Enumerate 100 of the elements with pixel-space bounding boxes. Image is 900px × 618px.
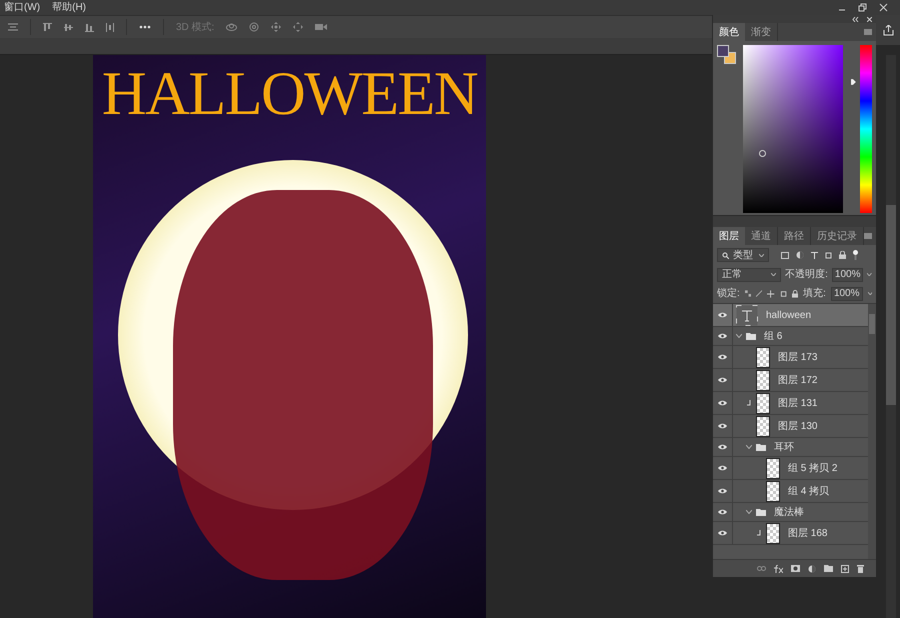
filter-toggle-icon[interactable] bbox=[853, 250, 858, 260]
layer-row[interactable]: 耳环 bbox=[713, 438, 868, 457]
lock-icon[interactable] bbox=[792, 290, 798, 298]
hue-bar[interactable] bbox=[860, 45, 872, 213]
layer-name: 图层 172 bbox=[778, 374, 818, 388]
chevron-icon[interactable] bbox=[746, 510, 752, 514]
scrollbar[interactable] bbox=[886, 55, 896, 618]
align-middle-icon[interactable] bbox=[64, 22, 73, 32]
layer-thumbnail bbox=[756, 370, 770, 390]
layer-name: 组 4 拷贝 bbox=[788, 484, 830, 498]
layer-name: 耳环 bbox=[774, 440, 794, 454]
opacity-field[interactable]: 100% bbox=[832, 268, 864, 282]
layer-row[interactable]: 组 5 拷贝 2 bbox=[713, 457, 868, 480]
adjustment-filter-icon[interactable] bbox=[796, 251, 804, 259]
layer-thumbnail bbox=[766, 480, 780, 502]
shape-filter-icon[interactable] bbox=[825, 252, 832, 258]
blend-mode-dropdown[interactable]: 正常 bbox=[717, 268, 782, 282]
color-field[interactable] bbox=[742, 45, 844, 213]
align-icon[interactable] bbox=[8, 23, 18, 31]
eye-icon[interactable] bbox=[718, 509, 727, 515]
folder-icon bbox=[756, 508, 766, 516]
link-icon[interactable] bbox=[757, 566, 766, 571]
layer-filter-dropdown[interactable]: 类型 bbox=[717, 248, 769, 262]
panel-tab[interactable]: 渐变 bbox=[745, 23, 778, 41]
camera-icon[interactable] bbox=[315, 23, 328, 31]
chevron-icon[interactable] bbox=[736, 334, 742, 338]
layer-thumbnail bbox=[756, 346, 770, 368]
layer-name: 图层 168 bbox=[788, 526, 828, 540]
layer-row[interactable]: 图层 168 bbox=[713, 522, 868, 545]
pan-icon[interactable] bbox=[271, 22, 282, 32]
color-picker-handle[interactable] bbox=[758, 150, 766, 157]
layer-name: 组 5 拷贝 2 bbox=[788, 462, 838, 476]
layer-thumbnail bbox=[756, 416, 770, 436]
move-icon[interactable] bbox=[767, 290, 775, 298]
layer-name: halloween bbox=[766, 308, 812, 322]
distribute-icon[interactable] bbox=[106, 22, 114, 32]
more-icon[interactable] bbox=[139, 25, 151, 29]
eye-icon[interactable] bbox=[718, 423, 727, 429]
layer-name: 图层 131 bbox=[778, 396, 818, 410]
eye-icon[interactable] bbox=[718, 488, 727, 494]
panel-tab[interactable]: 通道 bbox=[745, 227, 778, 245]
chevron-icon[interactable] bbox=[746, 445, 752, 449]
eye-icon[interactable] bbox=[718, 312, 727, 318]
eye-icon[interactable] bbox=[718, 444, 727, 450]
lock-filter-icon[interactable] bbox=[839, 251, 846, 259]
align-bottom-icon[interactable] bbox=[85, 22, 94, 32]
fx-icon[interactable] bbox=[774, 564, 783, 572]
eye-icon[interactable] bbox=[718, 354, 727, 360]
layer-thumbnail bbox=[766, 458, 780, 478]
layer-name: 组 6 bbox=[764, 330, 782, 344]
layer-row[interactable]: 组 6 bbox=[713, 327, 868, 346]
lock-pixels-icon[interactable] bbox=[744, 290, 752, 297]
eye-icon[interactable] bbox=[718, 400, 727, 406]
eye-icon[interactable] bbox=[718, 377, 727, 383]
close-icon[interactable] bbox=[867, 16, 872, 22]
layer-row[interactable]: 组 4 拷贝 bbox=[713, 480, 868, 503]
close-icon[interactable] bbox=[879, 3, 888, 12]
layer-thumbnail bbox=[766, 522, 780, 544]
restore-icon[interactable] bbox=[858, 3, 867, 12]
text-layer-thumbnail bbox=[736, 304, 758, 326]
layer-name: 图层 130 bbox=[778, 420, 818, 434]
align-top-icon[interactable] bbox=[43, 22, 52, 32]
caret-icon[interactable] bbox=[867, 273, 872, 276]
eye-icon[interactable] bbox=[718, 530, 727, 536]
new-layer-icon[interactable] bbox=[841, 564, 849, 572]
panel-tab[interactable]: 路径 bbox=[778, 227, 811, 245]
menu-item[interactable]: 帮助(H) bbox=[52, 0, 86, 15]
menu-item[interactable]: 窗口(W) bbox=[4, 0, 40, 15]
artwork-title: HALLOWEEN bbox=[102, 63, 478, 125]
text-filter-icon[interactable] bbox=[811, 252, 818, 258]
layer-row[interactable]: 魔法棒 bbox=[713, 503, 868, 522]
image-filter-icon[interactable] bbox=[781, 252, 789, 258]
layer-thumbnail bbox=[756, 392, 770, 414]
opacity-label: 不透明度: bbox=[785, 268, 828, 282]
layer-row[interactable]: 图层 173 bbox=[713, 346, 868, 369]
fill-field[interactable]: 100% bbox=[830, 286, 863, 300]
layer-row[interactable]: 图层 130 bbox=[713, 415, 868, 438]
layer-row[interactable]: 图层 131 bbox=[713, 392, 868, 415]
caret-icon bbox=[771, 273, 776, 276]
eye-icon[interactable] bbox=[718, 333, 727, 339]
adjustment-icon[interactable] bbox=[808, 564, 816, 572]
layer-row[interactable]: 图层 172 bbox=[713, 369, 868, 392]
collapse-icon[interactable] bbox=[852, 16, 859, 22]
artboard-icon[interactable] bbox=[780, 290, 787, 298]
hue-slider-handle[interactable] bbox=[851, 79, 856, 85]
slide-icon[interactable] bbox=[293, 22, 304, 32]
roll-icon[interactable] bbox=[249, 22, 260, 32]
layer-row[interactable]: halloween bbox=[713, 304, 868, 327]
mask-icon[interactable] bbox=[791, 565, 800, 572]
folder-icon[interactable] bbox=[824, 565, 833, 572]
layer-name: 魔法棒 bbox=[774, 506, 804, 520]
share-icon[interactable] bbox=[882, 24, 894, 36]
trash-icon[interactable] bbox=[857, 564, 864, 572]
orbit-icon[interactable] bbox=[226, 22, 238, 32]
caret-icon[interactable] bbox=[868, 292, 872, 295]
panel-tab[interactable]: 颜色 bbox=[713, 23, 745, 41]
color-swatches-icon[interactable] bbox=[717, 45, 736, 64]
panel-tab[interactable]: 图层 bbox=[713, 227, 745, 245]
scrollbar[interactable] bbox=[868, 304, 876, 559]
eye-icon[interactable] bbox=[718, 465, 727, 471]
